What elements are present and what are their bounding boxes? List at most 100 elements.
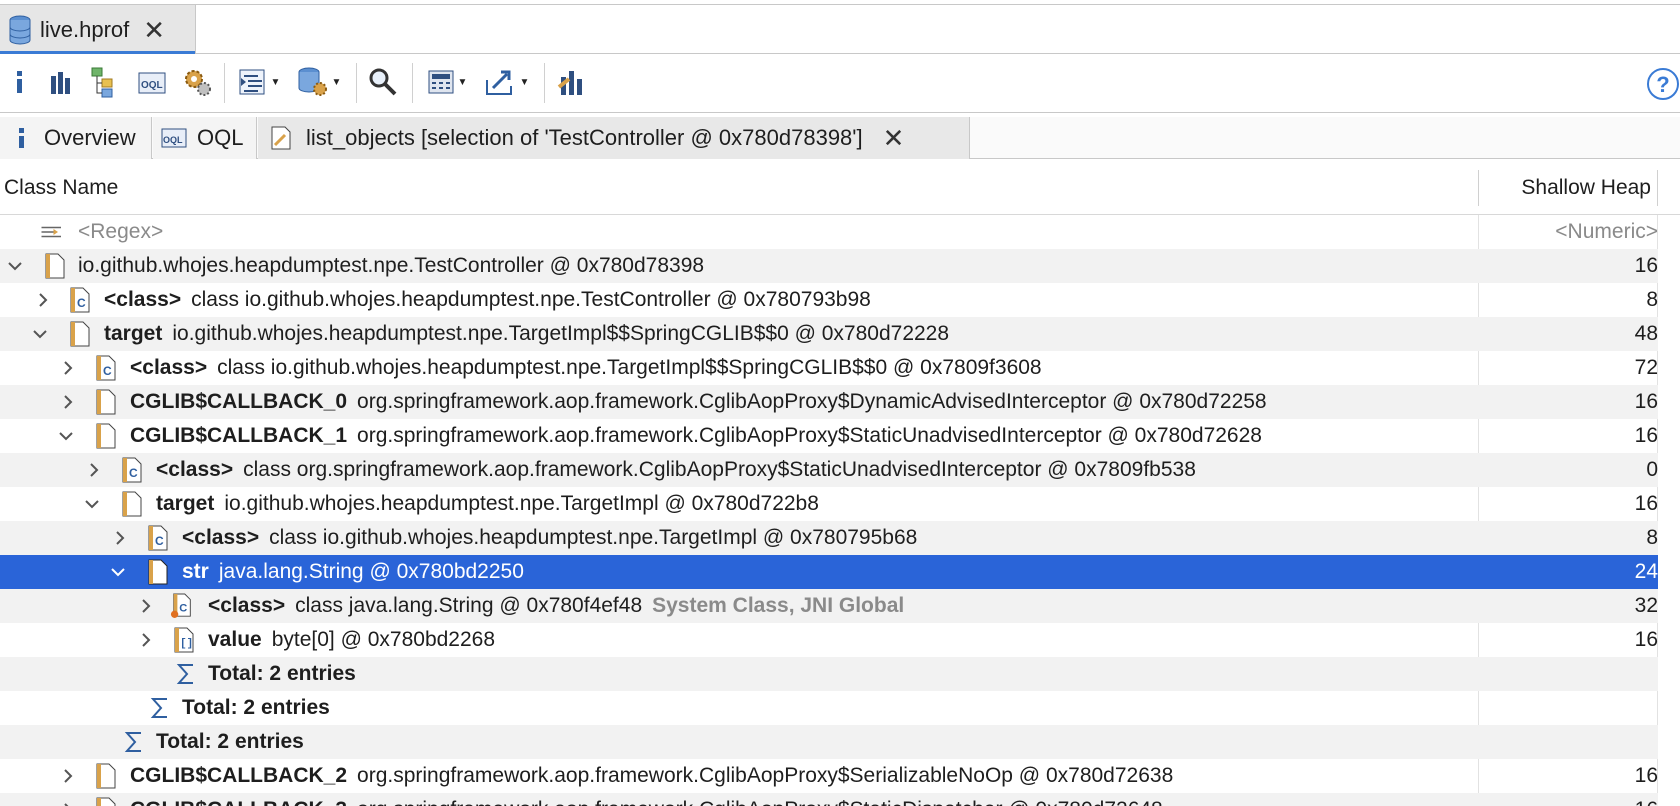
toolbar-separator: [412, 63, 413, 103]
column-separator[interactable]: [1657, 170, 1658, 206]
total-label: Total: 2 entries: [208, 662, 356, 685]
table-row[interactable]: CGLIB$CALLBACK_1 org.springframework.aop.…: [0, 419, 1658, 453]
array-icon: []: [172, 626, 196, 654]
total-row[interactable]: Total: 2 entries: [0, 725, 1658, 759]
dominator-tree-icon[interactable]: [88, 65, 122, 99]
object-label: org.springframework.aop.framework.CglibA…: [357, 424, 1262, 447]
histogram-icon[interactable]: [46, 65, 76, 99]
help-button[interactable]: ?: [1646, 67, 1680, 101]
info-icon[interactable]: [8, 65, 30, 99]
chevron-right-icon[interactable]: [58, 385, 78, 419]
table-row[interactable]: io.github.whojes.heapdumptest.npe.TestCo…: [0, 249, 1658, 283]
object-icon: [94, 422, 118, 450]
class-icon: C: [120, 456, 144, 484]
object-icon: [68, 320, 92, 348]
chevron-down-icon[interactable]: [82, 487, 102, 521]
class-icon: C: [94, 354, 118, 382]
shallow-heap-value: 0: [1646, 458, 1658, 481]
column-header-class-name[interactable]: Class Name: [4, 160, 118, 215]
object-icon: [120, 490, 144, 518]
total-row[interactable]: Total: 2 entries: [0, 657, 1658, 691]
tab-oql[interactable]: OQL OQL: [153, 117, 257, 159]
chevron-right-icon[interactable]: [58, 793, 78, 806]
object-label: class org.springframework.aop.framework.…: [243, 458, 1196, 481]
field-name: <class>: [130, 356, 208, 379]
table-row[interactable]: CGLIB$CALLBACK_2 org.springframework.aop.…: [0, 759, 1658, 793]
object-label: io.github.whojes.heapdumptest.npe.Target…: [172, 322, 950, 345]
field-name: target: [104, 322, 163, 345]
chevron-down-icon[interactable]: [108, 555, 128, 589]
gc-root-annotation: System Class, JNI Global: [652, 594, 905, 617]
table-row[interactable]: C <class> class io.github.whojes.heapdump…: [0, 521, 1658, 555]
shallow-heap-value: 16: [1634, 492, 1658, 515]
editor-tab-live-hprof[interactable]: live.hprof ✕: [0, 5, 196, 54]
table-row[interactable]: target io.github.whojes.heapdumptest.npe.…: [0, 487, 1658, 521]
chevron-down-icon[interactable]: [5, 249, 25, 283]
field-name: CGLIB$CALLBACK_3: [130, 798, 347, 806]
chevron-right-icon[interactable]: [33, 283, 53, 317]
toolbar: OQL ▼ ▼ ▼ ▼ ?: [0, 55, 1680, 113]
shallow-heap-value: 8: [1646, 526, 1658, 549]
table-row[interactable]: C <class> class io.github.whojes.heapdump…: [0, 283, 1658, 317]
heap-dump-icon: [8, 15, 32, 45]
field-name: <class>: [156, 458, 234, 481]
table-row[interactable]: C <class> class io.github.whojes.heapdump…: [0, 351, 1658, 385]
chevron-right-icon[interactable]: [58, 351, 78, 385]
run-report-icon[interactable]: ▼: [234, 65, 284, 99]
query-result-icon: [270, 125, 292, 151]
shallow-heap-value: 16: [1634, 254, 1658, 277]
field-name: <class>: [182, 526, 260, 549]
chevron-down-icon[interactable]: [56, 419, 76, 453]
sum-icon: [122, 728, 146, 756]
object-label: org.springframework.aop.framework.CglibA…: [357, 390, 1267, 413]
query-browser-icon[interactable]: ▼: [294, 65, 344, 99]
table-header: Class Name Shallow Heap: [0, 160, 1680, 215]
sum-icon: [174, 660, 198, 688]
close-icon[interactable]: ✕: [883, 125, 905, 151]
object-icon: [94, 388, 118, 416]
table-row[interactable]: CGLIB$CALLBACK_0 org.springframework.aop.…: [0, 385, 1658, 419]
oql-icon[interactable]: OQL: [136, 65, 168, 99]
chevron-right-icon[interactable]: [84, 453, 104, 487]
chevron-right-icon[interactable]: [58, 759, 78, 793]
table-row[interactable]: [] value byte[0] @ 0x780bd2268 16: [0, 623, 1658, 657]
chevron-right-icon[interactable]: [110, 521, 130, 555]
export-icon[interactable]: ▼: [482, 65, 532, 99]
table-row-selected[interactable]: str java.lang.String @ 0x780bd2250 24: [0, 555, 1658, 589]
class-icon: C: [68, 286, 92, 314]
object-label: org.springframework.aop.framework.CglibA…: [357, 764, 1174, 787]
chevron-right-icon[interactable]: [136, 623, 156, 657]
tab-label: OQL: [197, 125, 244, 150]
svg-text:C: C: [77, 296, 86, 310]
class-name-filter-input[interactable]: <Regex>: [78, 215, 163, 249]
filter-row[interactable]: <Regex> <Numeric>: [0, 215, 1658, 249]
tab-overview[interactable]: Overview: [0, 117, 152, 159]
table-row[interactable]: CGLIB$CALLBACK_3 org.springframework.aop.…: [0, 793, 1658, 806]
svg-text:C: C: [129, 466, 138, 480]
shallow-heap-value: 16: [1634, 424, 1658, 447]
pin-icon[interactable]: [554, 65, 588, 99]
shallow-heap-value: 48: [1634, 322, 1658, 345]
thread-overview-icon[interactable]: [180, 65, 214, 99]
object-label: io.github.whojes.heapdumptest.npe.TestCo…: [78, 254, 705, 277]
chevron-right-icon[interactable]: [136, 589, 156, 623]
object-label: java.lang.String @ 0x780bd2250: [218, 560, 524, 583]
system-class-icon: C: [170, 592, 194, 620]
editor-tab-bar: live.hprof ✕: [0, 4, 1680, 54]
object-label: class java.lang.String @ 0x780f4ef48: [295, 594, 643, 617]
tab-list-objects[interactable]: list_objects [selection of 'TestControll…: [258, 117, 970, 159]
column-header-shallow-heap[interactable]: Shallow Heap: [1478, 160, 1651, 215]
find-object-icon[interactable]: [366, 65, 400, 99]
shallow-heap-filter-input[interactable]: <Numeric>: [1488, 215, 1658, 249]
svg-text:C: C: [179, 603, 187, 615]
table-row[interactable]: target io.github.whojes.heapdumptest.npe.…: [0, 317, 1658, 351]
total-row[interactable]: Total: 2 entries: [0, 691, 1658, 725]
object-label: class io.github.whojes.heapdumptest.npe.…: [269, 526, 918, 549]
close-icon[interactable]: ✕: [143, 17, 165, 43]
shallow-heap-value: 8: [1646, 288, 1658, 311]
table-row[interactable]: C <class> class java.lang.String @ 0x780f…: [0, 589, 1658, 623]
toolbar-separator: [224, 63, 225, 103]
calculator-icon[interactable]: ▼: [422, 65, 472, 99]
chevron-down-icon[interactable]: [30, 317, 50, 351]
table-row[interactable]: C <class> class org.springframework.aop.f…: [0, 453, 1658, 487]
